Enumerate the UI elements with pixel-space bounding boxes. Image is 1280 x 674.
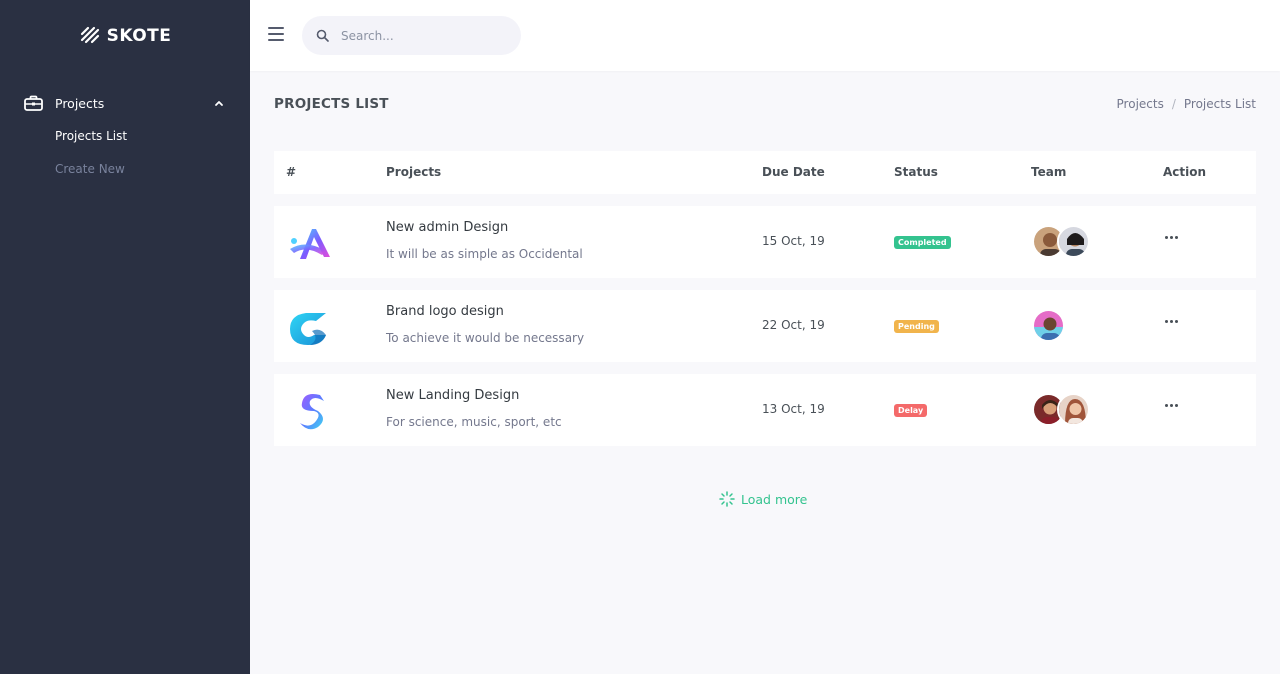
sidebar-item-projects[interactable]: Projects xyxy=(0,90,250,116)
sidebar: SKOTE Projects Projects List Create New xyxy=(0,0,250,674)
status-badge: Completed xyxy=(894,236,951,249)
project-name[interactable]: Brand logo design xyxy=(386,304,504,319)
project-logo-s-icon xyxy=(300,394,324,430)
load-more-button[interactable]: Load more xyxy=(719,491,807,507)
project-desc: It will be as simple as Occidental xyxy=(386,247,583,261)
brand-logo[interactable]: SKOTE xyxy=(0,0,250,72)
header-projects: Projects xyxy=(386,165,442,179)
project-name[interactable]: New admin Design xyxy=(386,220,508,235)
header-num: # xyxy=(286,165,297,179)
topbar xyxy=(250,0,1280,71)
spinner-icon xyxy=(719,491,735,507)
search-icon xyxy=(316,29,329,42)
avatar[interactable] xyxy=(1057,393,1090,426)
header-status: Status xyxy=(894,165,938,179)
avatar[interactable] xyxy=(1032,309,1065,342)
search-box xyxy=(302,16,521,55)
brand-name: SKOTE xyxy=(106,26,172,46)
briefcase-icon xyxy=(24,95,44,111)
breadcrumb-current: Projects List xyxy=(1183,97,1256,111)
header-team: Team xyxy=(1031,165,1067,179)
table-row: Brand logo design To achieve it would be… xyxy=(274,290,1256,362)
sidebar-subitem-projects-list[interactable]: Projects List xyxy=(0,129,250,162)
due-date: 22 Oct, 19 xyxy=(762,318,825,332)
page-title: PROJECTS LIST xyxy=(274,96,389,112)
header-action: Action xyxy=(1163,165,1207,179)
team-avatars xyxy=(1032,393,1090,426)
status-badge: Pending xyxy=(894,320,939,333)
sidebar-subitem-create-new[interactable]: Create New xyxy=(0,162,250,195)
more-actions-icon[interactable] xyxy=(1165,236,1178,239)
project-logo-g-icon xyxy=(290,313,326,345)
table-row: New admin Design It will be as simple as… xyxy=(274,206,1256,278)
avatar[interactable] xyxy=(1057,225,1090,258)
project-name[interactable]: New Landing Design xyxy=(386,388,519,403)
menu-toggle-icon[interactable] xyxy=(268,27,284,41)
sidebar-menu: Projects Projects List Create New xyxy=(0,72,250,195)
logo-mark-icon xyxy=(80,26,99,44)
sidebar-submenu: Projects List Create New xyxy=(0,116,250,195)
project-logo-a-icon xyxy=(290,229,330,259)
breadcrumb-separator: / xyxy=(1171,97,1176,111)
project-desc: To achieve it would be necessary xyxy=(386,331,585,345)
due-date: 15 Oct, 19 xyxy=(762,234,825,248)
load-more-label: Load more xyxy=(741,491,808,507)
due-date: 13 Oct, 19 xyxy=(762,402,825,416)
breadcrumb: Projects / Projects List xyxy=(1117,97,1256,111)
breadcrumb-projects[interactable]: Projects xyxy=(1117,97,1164,111)
status-badge: Delay xyxy=(894,404,928,417)
more-actions-icon[interactable] xyxy=(1165,320,1178,323)
table-header: # Projects Due Date Status Team Action xyxy=(274,151,1256,194)
team-avatars xyxy=(1032,309,1065,342)
chevron-up-icon xyxy=(215,101,223,106)
table-row: New Landing Design For science, music, s… xyxy=(274,374,1256,446)
team-avatars xyxy=(1032,225,1090,258)
sidebar-item-label: Projects xyxy=(55,95,105,111)
header-due-date: Due Date xyxy=(762,165,825,179)
search-input[interactable] xyxy=(341,28,501,43)
project-desc: For science, music, sport, etc xyxy=(386,415,562,429)
more-actions-icon[interactable] xyxy=(1165,404,1178,407)
